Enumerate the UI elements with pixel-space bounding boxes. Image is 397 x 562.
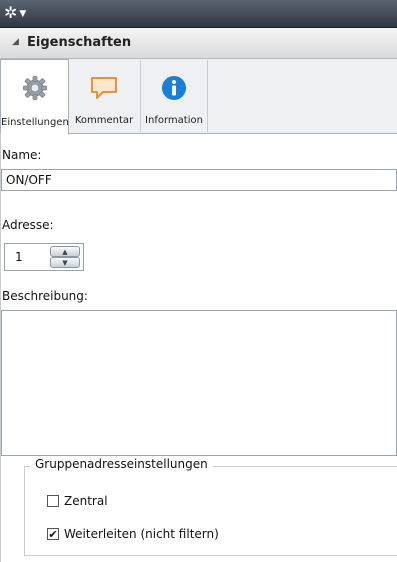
chevron-down-icon: ▼	[19, 8, 27, 19]
group-address-settings	[24, 466, 397, 556]
name-label: Name:	[2, 148, 42, 162]
properties-section-header[interactable]: ◢ Eigenschaften	[0, 28, 397, 59]
name-field[interactable]: ON/OFF	[1, 169, 397, 191]
option-weiterleiten[interactable]: ✔ Weiterleiten (nicht filtern)	[47, 527, 219, 541]
top-toolbar: ✲ ▼	[0, 0, 397, 28]
stepper-buttons: ▲ ▼	[50, 246, 80, 268]
info-icon	[162, 76, 186, 100]
zentral-checkbox[interactable]	[47, 495, 59, 507]
collapse-icon[interactable]: ◢	[12, 37, 19, 47]
section-title: Eigenschaften	[27, 35, 132, 50]
address-value[interactable]: 1	[15, 250, 23, 264]
settings-dropdown-button[interactable]: ✲ ▼	[4, 4, 38, 22]
description-textarea[interactable]	[1, 310, 397, 456]
tab-label: Information	[145, 115, 203, 126]
weiterleiten-checkbox[interactable]: ✔	[47, 528, 59, 540]
address-label: Adresse:	[2, 218, 54, 232]
speech-bubble-icon	[91, 77, 117, 99]
gear-icon: ✲	[4, 3, 18, 22]
description-label: Beschreibung:	[2, 289, 88, 303]
stepper-up-button[interactable]: ▲	[50, 246, 80, 257]
tab-information[interactable]: Information	[141, 60, 208, 132]
stepper-down-button[interactable]: ▼	[50, 257, 80, 268]
weiterleiten-label: Weiterleiten (nicht filtern)	[64, 527, 219, 541]
tab-einstellungen[interactable]: Einstellungen	[0, 59, 69, 135]
tab-strip: Einstellungen Kommentar Information	[0, 59, 397, 135]
option-zentral[interactable]: Zentral	[47, 494, 108, 508]
address-stepper[interactable]: 1 ▲ ▼	[4, 243, 84, 271]
gear-icon	[22, 76, 47, 100]
tab-label: Kommentar	[74, 115, 134, 126]
zentral-label: Zentral	[64, 494, 108, 508]
tab-label: Einstellungen	[1, 117, 69, 128]
group-title: Gruppenadresseinstellungen	[30, 457, 213, 471]
tab-kommentar[interactable]: Kommentar	[68, 60, 141, 132]
